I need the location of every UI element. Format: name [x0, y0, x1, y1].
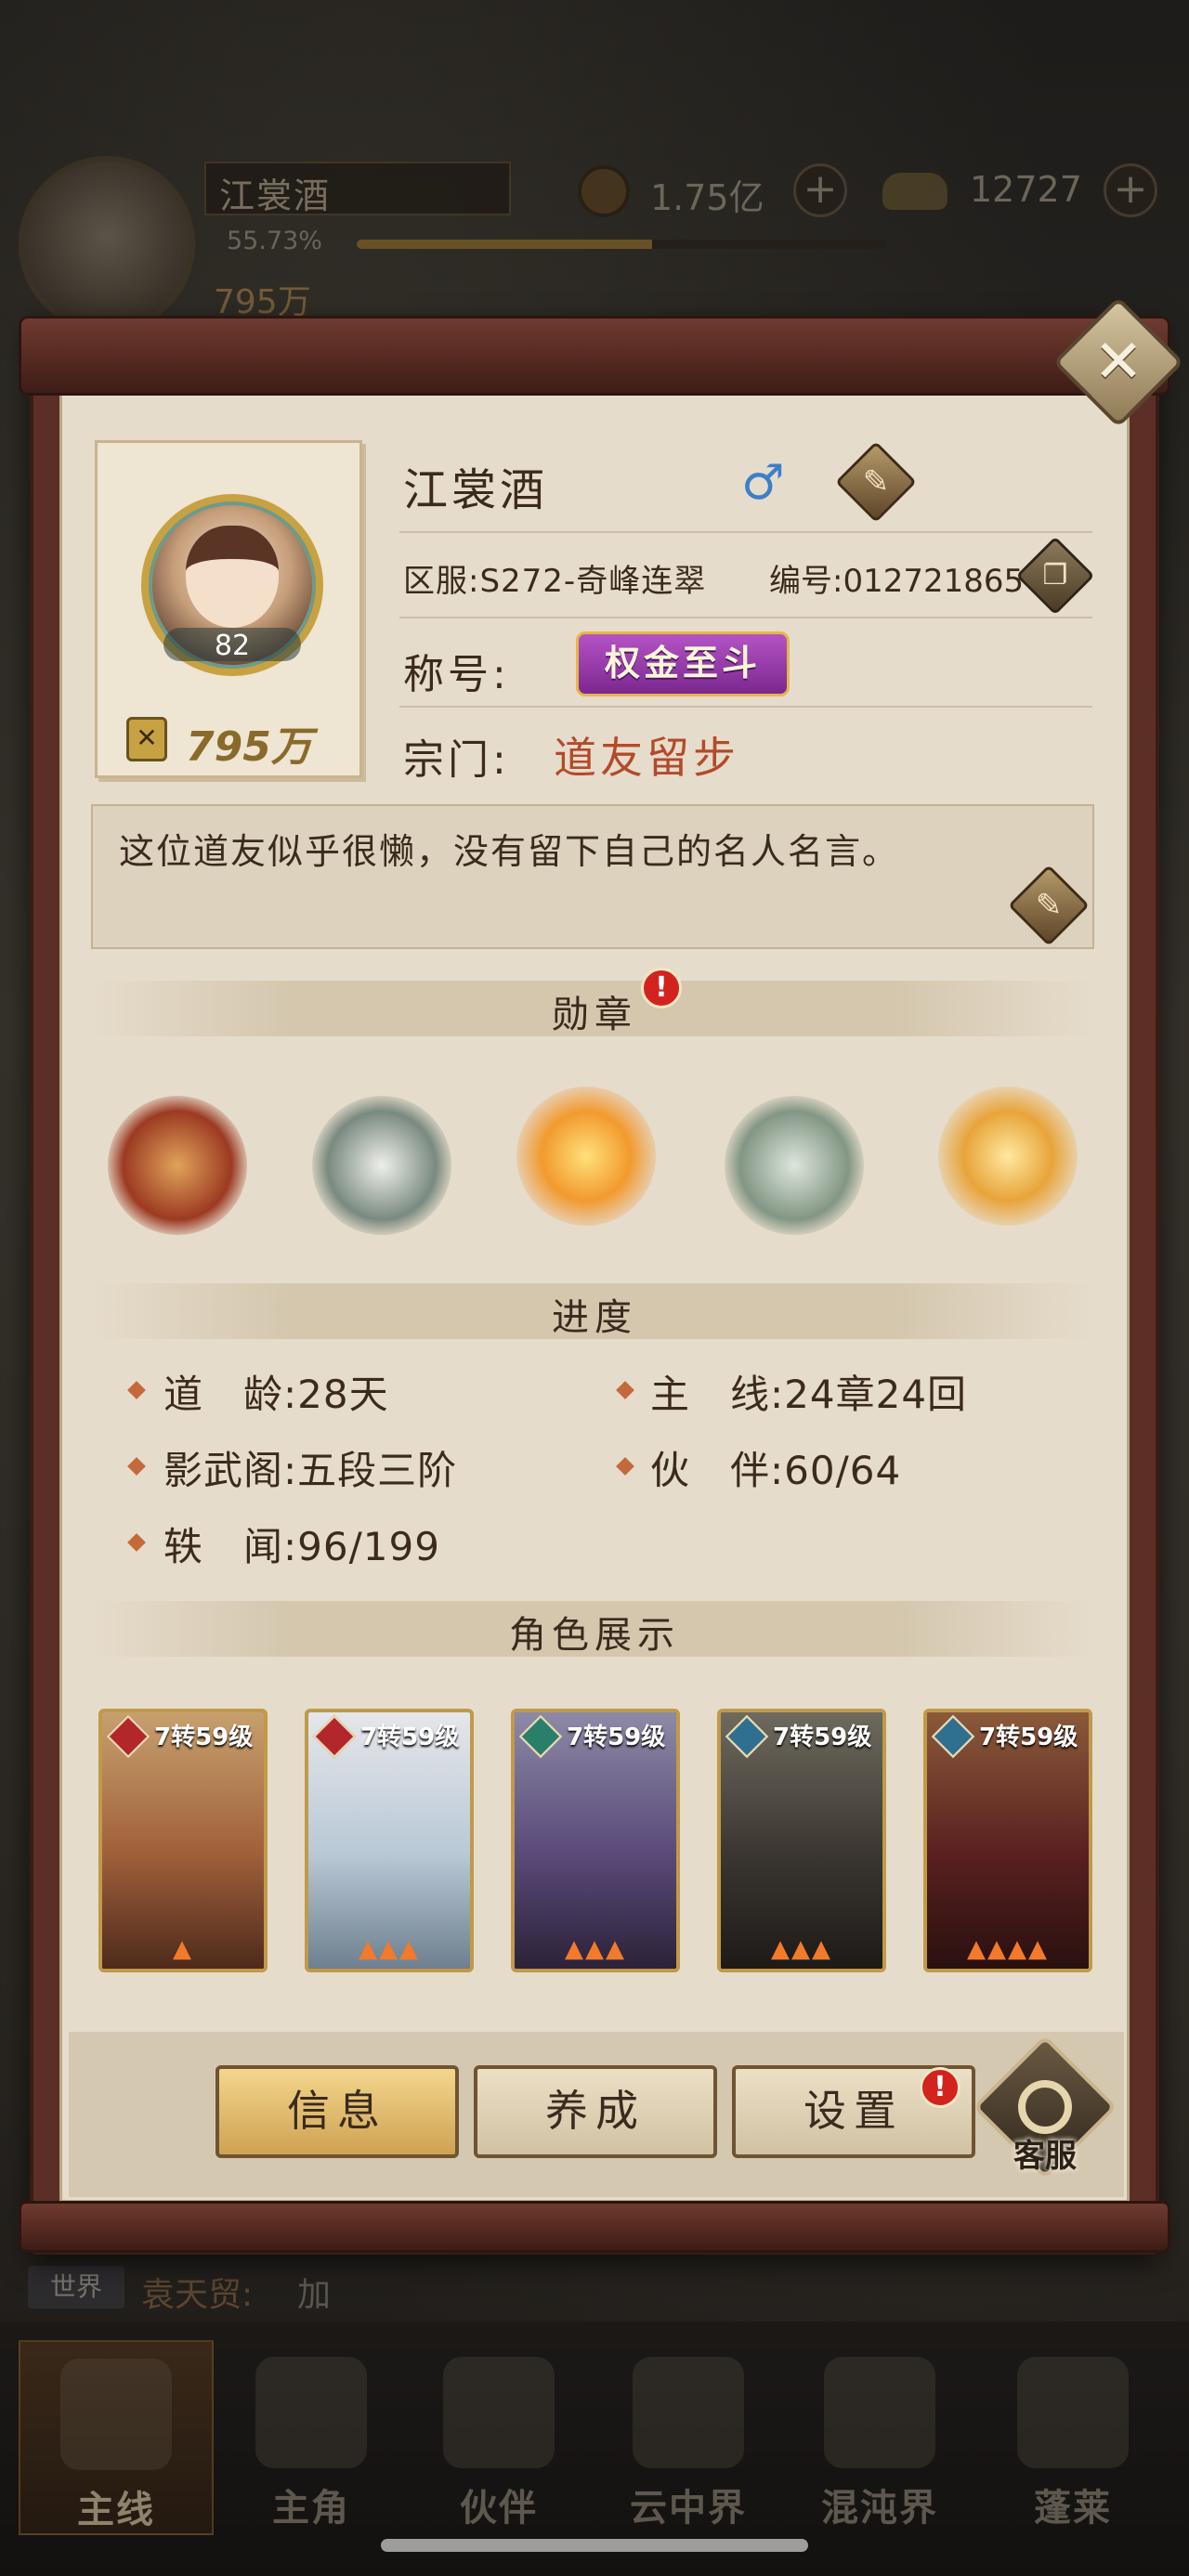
stat-shadow-pavilion: 影武阁:五段三阶 [163, 1439, 457, 1496]
stat-main-line-label: 主 线: [650, 1372, 785, 1417]
character-card[interactable]: 7转59级 ▲ [98, 1709, 268, 1972]
divider [399, 531, 1092, 533]
sect-name[interactable]: 道友留步 [554, 724, 739, 786]
sect-label: 宗门: [403, 736, 510, 784]
stat-shadow-pavilion-value: 五段三阶 [297, 1448, 458, 1493]
stat-dao-age-value: 28天 [297, 1372, 389, 1417]
character-rank-flames: ▲ [173, 1935, 193, 1963]
character-level: 7转59级 [567, 1724, 666, 1751]
stat-dao-age-label: 道 龄: [163, 1372, 298, 1417]
character-rank-flames: ▲▲▲ [771, 1935, 832, 1963]
headset-icon [1018, 2080, 1072, 2134]
male-icon: ♂ [741, 455, 785, 511]
medal-flame-icon[interactable] [516, 1086, 656, 1226]
medal-treasure-icon[interactable] [108, 1096, 247, 1235]
divider [399, 706, 1092, 708]
divider [399, 617, 1092, 618]
motto-text: 这位道友似乎很懒，没有留下自己的名人名言。 [119, 831, 900, 872]
stat-shadow-pavilion-label: 影武阁: [163, 1448, 298, 1493]
brush-icon: ✎ [1035, 887, 1063, 924]
player-id: 编号:012721865 [769, 563, 1025, 600]
power-value: 795万 [186, 723, 312, 771]
title-label: 称号: [403, 651, 510, 698]
medals-title: 勋章 [552, 994, 637, 1036]
character-card[interactable]: 7转59级 ▲▲▲ [717, 1709, 886, 1972]
character-level: 7转59级 [154, 1724, 254, 1751]
showcase-title: 角色展示 [509, 1614, 680, 1657]
server-info: 区服:S272-奇峰连翠 [403, 563, 707, 600]
character-card[interactable]: 7转59级 ▲▲▲▲ [923, 1709, 1092, 1972]
medal-maiden-icon[interactable] [938, 1086, 1078, 1226]
player-name: 江裳酒 [403, 464, 549, 516]
character-rank-flames: ▲▲▲▲ [967, 1935, 1049, 1963]
stat-partners-label: 伙 伴: [650, 1448, 785, 1493]
tab-cultivate[interactable]: 养成 [474, 2065, 717, 2158]
stat-anecdotes-label: 轶 闻: [163, 1524, 298, 1569]
tab-info[interactable]: 信息 [216, 2065, 459, 2158]
character-card[interactable]: 7转59级 ▲▲▲ [511, 1709, 680, 1972]
medal-pagoda-icon[interactable] [312, 1096, 451, 1235]
brush-icon: ✎ [862, 463, 890, 501]
medal-lotus-icon[interactable] [725, 1096, 864, 1235]
stat-dao-age: 道 龄:28天 [163, 1363, 389, 1420]
stat-partners: 伙 伴:60/64 [650, 1439, 901, 1496]
avatar-level: 82 [214, 630, 251, 662]
panel-top-rod [19, 316, 1170, 396]
title-badge[interactable]: 权金至斗 [576, 631, 790, 696]
progress-title: 进度 [552, 1296, 637, 1339]
stat-main-line: 主 线:24章24回 [650, 1363, 967, 1420]
settings-alert-badge: ! [920, 2067, 960, 2108]
character-rank-flames: ▲▲▲ [359, 1935, 420, 1963]
copy-icon: ❐ [1042, 559, 1068, 592]
close-icon[interactable]: ✕ [1072, 316, 1165, 409]
character-rank-flames: ▲▲▲ [565, 1935, 626, 1963]
character-level: 7转59级 [979, 1724, 1078, 1751]
stat-partners-value: 60/64 [784, 1448, 902, 1493]
power-icon: ✕ [126, 717, 167, 761]
stat-anecdotes: 轶 闻:96/199 [163, 1516, 440, 1572]
stat-anecdotes-value: 96/199 [297, 1524, 440, 1569]
character-level: 7转59级 [773, 1724, 872, 1751]
panel-bottom-rod [19, 2201, 1170, 2253]
character-card[interactable]: 7转59级 ▲▲▲ [305, 1709, 474, 1972]
stat-main-line-value: 24章24回 [784, 1372, 968, 1417]
medals-alert-badge: ! [641, 968, 682, 1008]
avatar-face [186, 526, 279, 628]
customer-service-label: 客服 [1013, 2138, 1077, 2175]
character-level: 7转59级 [360, 1724, 460, 1751]
